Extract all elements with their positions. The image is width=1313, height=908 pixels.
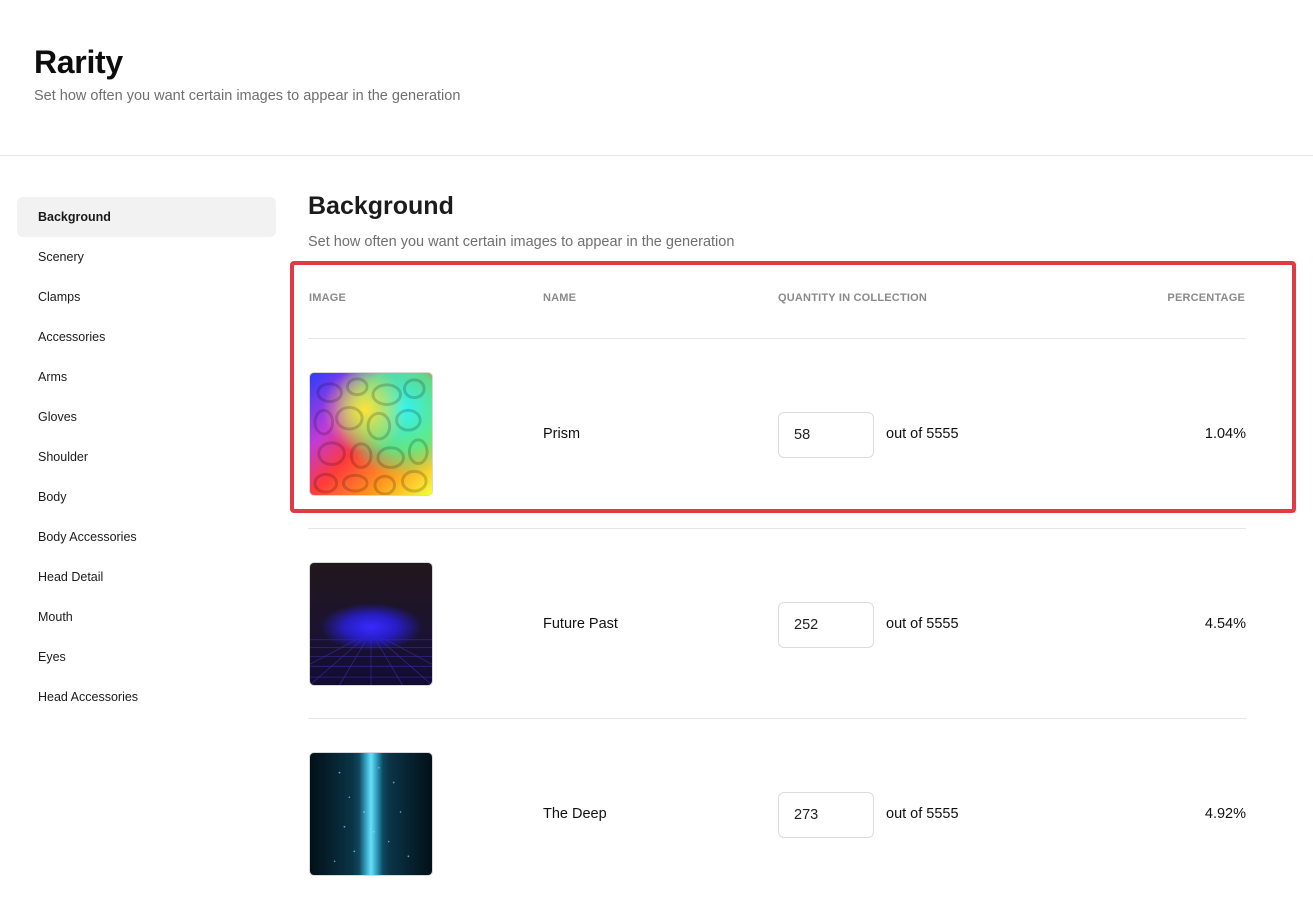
rarity-table: IMAGE NAME QUANTITY IN COLLECTION PERCEN…: [308, 262, 1246, 908]
trait-name: Future Past: [543, 616, 618, 632]
sidebar-item-scenery[interactable]: Scenery: [17, 237, 276, 277]
trait-name: The Deep: [543, 806, 607, 822]
page-subtitle: Set how often you want certain images to…: [34, 88, 461, 104]
table-row: The Deep out of 5555 4.92%: [308, 719, 1246, 908]
percentage-value: 4.54%: [1204, 616, 1246, 632]
column-header-image: IMAGE: [309, 292, 347, 304]
sidebar-item-eyes[interactable]: Eyes: [17, 637, 276, 677]
percentage-value: 1.04%: [1204, 426, 1246, 442]
sidebar-item-head-accessories[interactable]: Head Accessories: [17, 677, 276, 717]
quantity-input[interactable]: [778, 412, 874, 458]
trait-thumbnail-future-past: [309, 562, 433, 686]
quantity-total: out of 5555: [886, 426, 959, 442]
sidebar-item-body-accessories[interactable]: Body Accessories: [17, 517, 276, 557]
column-header-quantity: QUANTITY IN COLLECTION: [778, 292, 928, 304]
sidebar-item-clamps[interactable]: Clamps: [17, 277, 276, 317]
trait-thumbnail-the-deep: [309, 752, 433, 876]
page-title: Rarity: [34, 44, 123, 80]
section-title: Background: [308, 192, 454, 220]
column-header-percentage: PERCENTAGE: [1167, 292, 1245, 304]
sidebar-item-arms[interactable]: Arms: [17, 357, 276, 397]
sidebar-item-head-detail[interactable]: Head Detail: [17, 557, 276, 597]
table-row: Future Past out of 5555 4.54%: [308, 529, 1246, 719]
sidebar-item-accessories[interactable]: Accessories: [17, 317, 276, 357]
table-header: IMAGE NAME QUANTITY IN COLLECTION PERCEN…: [308, 262, 1246, 339]
trait-name: Prism: [543, 426, 581, 442]
sidebar-item-body[interactable]: Body: [17, 477, 276, 517]
table-row: Prism out of 5555 1.04%: [308, 339, 1246, 529]
quantity-input[interactable]: [778, 792, 874, 838]
quantity-total: out of 5555: [886, 806, 959, 822]
trait-thumbnail-prism: [309, 372, 433, 496]
main-content: Background Set how often you want certai…: [308, 186, 1246, 876]
sidebar-item-shoulder[interactable]: Shoulder: [17, 437, 276, 477]
sidebar-item-background[interactable]: Background: [17, 197, 276, 237]
column-header-name: NAME: [543, 292, 577, 304]
sidebar-item-mouth[interactable]: Mouth: [17, 597, 276, 637]
quantity-input[interactable]: [778, 602, 874, 648]
sidebar: Background Scenery Clamps Accessories Ar…: [17, 197, 276, 717]
section-subtitle: Set how often you want certain images to…: [308, 234, 735, 250]
sidebar-item-gloves[interactable]: Gloves: [17, 397, 276, 437]
quantity-total: out of 5555: [886, 616, 959, 632]
page-header: Rarity Set how often you want certain im…: [0, 0, 1313, 156]
percentage-value: 4.92%: [1204, 806, 1246, 822]
